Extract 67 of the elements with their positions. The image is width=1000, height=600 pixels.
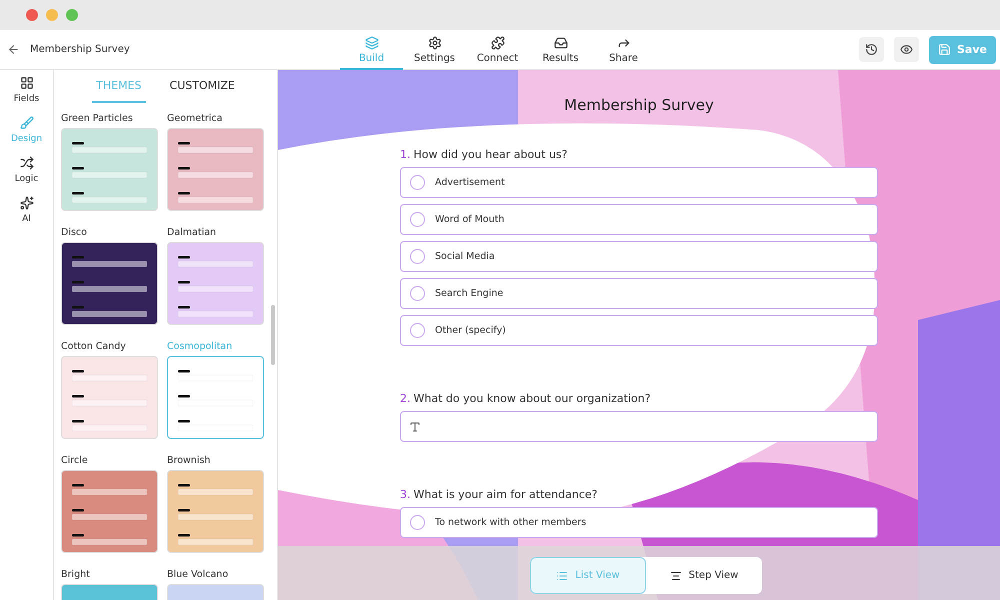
text-icon: [409, 420, 421, 432]
answer-field[interactable]: [400, 411, 878, 442]
answer-option[interactable]: Advertisement: [400, 167, 878, 198]
sidebar-item[interactable]: Fields: [0, 76, 54, 104]
puzzle-icon: [490, 36, 504, 50]
theme-thumbnail[interactable]: [167, 128, 264, 211]
nav-tab[interactable]: Settings: [403, 30, 466, 70]
layers-icon: [364, 36, 378, 50]
sparkles-icon: [20, 196, 34, 210]
theme-thumbnail[interactable]: [167, 242, 264, 325]
nav-tab[interactable]: Connect: [466, 30, 529, 70]
theme-name: Cotton Candy: [61, 341, 127, 352]
question-number: 2.: [400, 392, 410, 405]
theme-name: Blue Volcano: [167, 569, 230, 580]
theme-thumbnail[interactable]: [167, 356, 264, 439]
minimize-button[interactable]: [46, 9, 58, 21]
theme-name: Cosmopolitan: [167, 341, 234, 352]
radio-icon: [410, 249, 425, 264]
theme-name: Circle: [61, 455, 89, 466]
theme-thumbnail[interactable]: [61, 128, 158, 211]
save-icon: [938, 43, 951, 56]
radio-icon: [410, 286, 425, 301]
theme-thumbnail[interactable]: [61, 470, 158, 553]
survey-title: Membership Survey: [30, 44, 130, 55]
nav-tab[interactable]: Share: [592, 30, 655, 70]
maximize-button[interactable]: [66, 9, 78, 21]
theme-name: Bright: [61, 569, 91, 580]
answer-option[interactable]: Other (specify): [400, 315, 878, 346]
history-button[interactable]: [859, 37, 884, 62]
nav-tab[interactable]: Results: [529, 30, 592, 70]
radio-icon: [410, 323, 425, 338]
theme-thumbnail[interactable]: [61, 356, 158, 439]
sidebar-item[interactable]: Logic: [0, 156, 54, 184]
grid-icon: [20, 76, 34, 90]
back-button[interactable]: [7, 43, 20, 56]
answer-option[interactable]: To network with other members: [400, 507, 878, 538]
theme-thumbnail[interactable]: [167, 470, 264, 553]
preview-button[interactable]: [894, 37, 919, 62]
question-text: What is your aim for attendance?: [414, 488, 598, 501]
radio-icon: [410, 175, 425, 190]
answer-option[interactable]: Word of Mouth: [400, 204, 878, 235]
theme-name: Geometrica: [167, 113, 224, 124]
theme-name: Green Particles: [61, 113, 134, 124]
theme-name: Dalmatian: [167, 227, 218, 238]
history-icon: [865, 43, 878, 56]
radio-icon: [410, 515, 425, 530]
steps-icon: [670, 570, 682, 582]
close-button[interactable]: [26, 9, 38, 21]
brush-icon: [20, 116, 34, 130]
sidebar-item[interactable]: AI: [0, 196, 54, 224]
question-number: 3.: [400, 488, 410, 501]
shuffle-icon: [20, 156, 34, 170]
eye-icon: [900, 43, 913, 56]
settings-icon: [428, 36, 442, 50]
panel-tab[interactable]: CUSTOMIZE: [166, 70, 239, 103]
theme-thumbnail[interactable]: [61, 242, 158, 325]
radio-icon: [410, 212, 425, 227]
form-title: Membership Survey: [564, 96, 714, 114]
question-text: How did you hear about us?: [414, 148, 568, 161]
answer-option[interactable]: Social Media: [400, 241, 878, 272]
question-number: 1.: [400, 148, 410, 161]
question-text: What do you know about our organization?: [414, 392, 651, 405]
scrollbar[interactable]: [271, 305, 275, 365]
inbox-icon: [554, 36, 568, 50]
answer-option[interactable]: Search Engine: [400, 278, 878, 309]
theme-name: Brownish: [167, 455, 212, 466]
theme-name: Disco: [61, 227, 88, 238]
